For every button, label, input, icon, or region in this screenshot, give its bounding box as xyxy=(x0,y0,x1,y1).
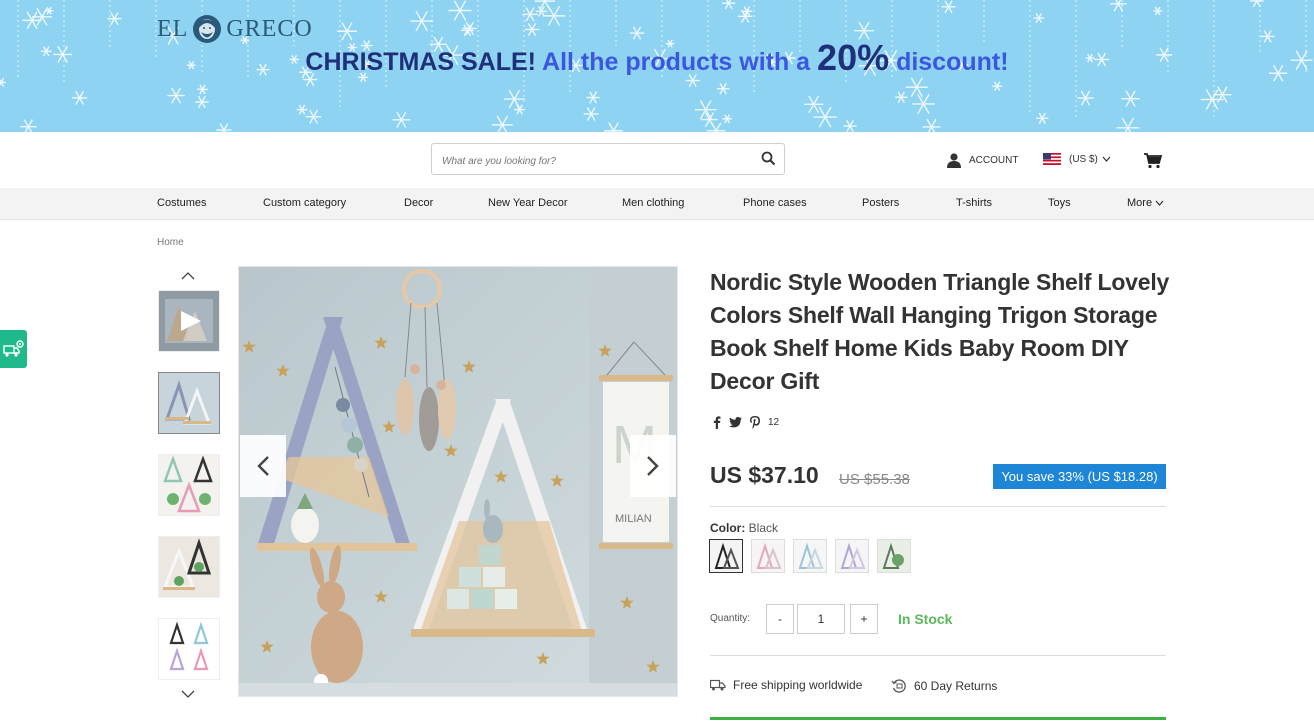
swatch-image xyxy=(752,540,784,572)
swatch-image xyxy=(794,540,826,572)
promo-body: All the products with a xyxy=(542,48,811,76)
main-product-image[interactable]: M MILIAN xyxy=(238,266,678,697)
promo-tail: discount! xyxy=(896,48,1009,76)
current-price: US $37.10 xyxy=(710,462,819,488)
site-logo[interactable]: EL GRECO xyxy=(157,12,313,46)
us-flag-icon xyxy=(1043,153,1061,165)
divider xyxy=(710,655,1166,656)
image-prev-button[interactable] xyxy=(240,435,286,497)
user-icon xyxy=(947,153,961,168)
promo-discount: 20% xyxy=(817,37,890,78)
category-nav: Costumes Custom category Decor New Year … xyxy=(0,188,1314,220)
product-title: Nordic Style Wooden Triangle Shelf Lovel… xyxy=(710,269,1170,394)
quantity-input[interactable]: 1 xyxy=(797,604,845,634)
thumbnail-image xyxy=(159,455,219,515)
nav-item-toys[interactable]: Toys xyxy=(1048,197,1071,209)
color-swatch-blue[interactable] xyxy=(793,539,827,573)
color-label: Color: xyxy=(710,521,746,535)
thumbnail-video[interactable] xyxy=(158,290,220,352)
truck-icon xyxy=(710,679,726,691)
color-swatch-black[interactable] xyxy=(709,539,743,573)
old-price: US $55.38 xyxy=(839,471,910,488)
cart-icon[interactable] xyxy=(1144,153,1162,169)
nav-item-new-year-decor[interactable]: New Year Decor xyxy=(488,197,568,209)
color-swatch-pink[interactable] xyxy=(751,539,785,573)
thumbnail-5[interactable] xyxy=(158,618,220,680)
returns-text: 60 Day Returns xyxy=(914,679,998,693)
nav-item-custom-category[interactable]: Custom category xyxy=(263,197,346,209)
free-shipping-text: Free shipping worldwide xyxy=(733,678,863,692)
share-count: 12 xyxy=(768,417,780,428)
twitter-icon[interactable] xyxy=(729,417,742,428)
chevron-right-icon xyxy=(647,456,659,476)
nav-item-t-shirts[interactable]: T-shirts xyxy=(956,197,992,209)
account-label: ACCOUNT xyxy=(969,154,1019,166)
return-icon xyxy=(891,679,906,693)
thumbnail-2[interactable] xyxy=(158,372,220,434)
add-to-cart-bar[interactable] xyxy=(710,717,1166,720)
nav-item-phone-cases[interactable]: Phone cases xyxy=(743,197,807,209)
promo-headline: CHRISTMAS SALE! xyxy=(305,48,536,76)
returns-info: 60 Day Returns xyxy=(891,678,997,694)
logo-face-icon xyxy=(193,15,222,43)
poster-name: MILIAN xyxy=(615,513,652,525)
divider xyxy=(710,506,1166,507)
nav-more-label: More xyxy=(1127,197,1153,209)
truck-gear-icon xyxy=(2,340,24,357)
nav-item-costumes[interactable]: Costumes xyxy=(157,197,207,209)
account-link[interactable]: ACCOUNT xyxy=(946,152,1018,168)
swatch-image xyxy=(710,540,742,572)
logo-text-right: GRECO xyxy=(226,15,313,42)
color-swatch-purple[interactable] xyxy=(835,539,869,573)
chevron-left-icon xyxy=(257,456,269,476)
breadcrumb-home[interactable]: Home xyxy=(157,237,184,248)
color-label-row: Color: Black xyxy=(710,521,778,535)
swatch-image xyxy=(836,540,868,572)
nav-item-posters[interactable]: Posters xyxy=(862,197,899,209)
image-next-button[interactable] xyxy=(630,435,676,497)
thumbnail-image xyxy=(159,619,219,679)
currency-selector[interactable]: (US $) xyxy=(1043,153,1111,165)
side-widget[interactable] xyxy=(0,330,27,368)
thumbs-up-arrow-icon[interactable] xyxy=(181,271,195,280)
chevron-down-icon xyxy=(1102,156,1111,162)
color-value: Black xyxy=(748,521,779,535)
quantity-increase-button[interactable]: + xyxy=(850,604,878,634)
search-input[interactable] xyxy=(440,150,744,172)
search-icon[interactable] xyxy=(761,151,776,166)
thumbnail-image xyxy=(159,373,219,433)
thumbnail-3[interactable] xyxy=(158,454,220,516)
nav-item-more[interactable]: More xyxy=(1127,197,1164,209)
savings-badge: You save 33% (US $18.28) xyxy=(993,464,1166,489)
facebook-icon[interactable] xyxy=(713,416,721,429)
swatch-image xyxy=(878,540,910,572)
quantity-label: Quantity: xyxy=(710,613,751,624)
color-swatch-green[interactable] xyxy=(877,539,911,573)
free-shipping-info: Free shipping worldwide xyxy=(710,678,862,692)
thumbnail-image xyxy=(159,291,219,351)
stock-status: In Stock xyxy=(898,611,953,627)
quantity-decrease-button[interactable]: - xyxy=(766,604,794,634)
thumbs-down-arrow-icon[interactable] xyxy=(181,690,195,699)
thumbnail-image xyxy=(159,537,219,597)
nav-item-decor[interactable]: Decor xyxy=(404,197,433,209)
nav-item-men-clothing[interactable]: Men clothing xyxy=(622,197,684,209)
product-photo: M MILIAN xyxy=(239,267,677,696)
chevron-down-icon xyxy=(1155,200,1164,206)
currency-label: (US $) xyxy=(1069,153,1098,165)
search-box xyxy=(431,143,785,175)
logo-text-left: EL xyxy=(157,15,189,42)
share-bar: 12 xyxy=(713,416,779,429)
pinterest-icon[interactable] xyxy=(750,416,760,429)
thumbnail-4[interactable] xyxy=(158,536,220,598)
